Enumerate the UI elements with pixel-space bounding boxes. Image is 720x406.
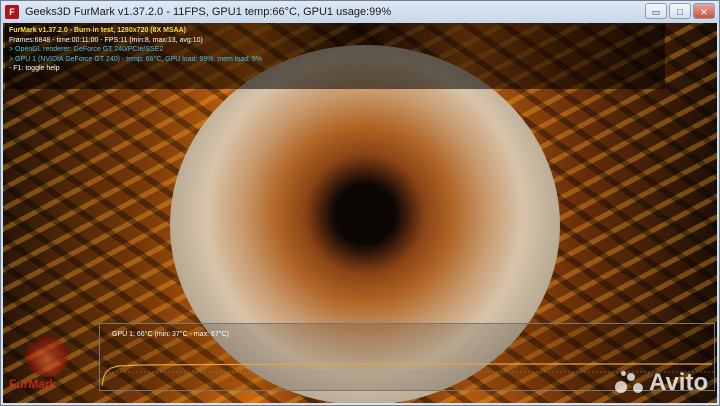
osd-renderer-line: > OpenGL renderer: GeForce GT 240/PCIe/S…	[9, 46, 164, 54]
avito-watermark-text: Avito	[649, 369, 709, 396]
minimize-button[interactable]: ▭	[645, 3, 667, 19]
furmark-logo: FurMark	[7, 333, 87, 395]
osd-help-line: - F1: toggle help	[9, 65, 60, 73]
osd-title-line: FurMark v1.37.2.0 - Burn-in test, 1280x7…	[9, 27, 187, 34]
avito-logo-icon	[615, 371, 645, 395]
render-viewport[interactable]: FurMark v1.37.2.0 - Burn-in test, 1280x7…	[3, 23, 717, 403]
logo-text: FurMark	[9, 377, 57, 391]
osd-frames-line: Frames:6848 - time:00:11:00 - FPS:11 (mi…	[9, 36, 203, 44]
title-bar[interactable]: F Geeks3D FurMark v1.37.2.0 - 11FPS, GPU…	[1, 1, 719, 23]
maximize-button[interactable]: □	[669, 3, 691, 19]
osd-gpu-line: > GPU 1 (NVIDIA GeForce GT 240) - temp: …	[9, 55, 263, 63]
stats-overlay: FurMark v1.37.2.0 - Burn-in test, 1280x7…	[5, 23, 665, 89]
window-controls: ▭ □ ✕	[643, 3, 715, 19]
furmark-app-icon[interactable]: F	[5, 5, 19, 19]
furmark-window: F Geeks3D FurMark v1.37.2.0 - 11FPS, GPU…	[0, 0, 720, 406]
window-title: Geeks3D FurMark v1.37.2.0 - 11FPS, GPU1 …	[25, 6, 392, 18]
close-button[interactable]: ✕	[693, 3, 715, 19]
avito-watermark: Avito	[615, 369, 708, 397]
flame-icon	[25, 333, 69, 377]
temperature-graph-label: GPU 1: 66°C (min: 37°C - max: 67°C)	[112, 331, 229, 338]
